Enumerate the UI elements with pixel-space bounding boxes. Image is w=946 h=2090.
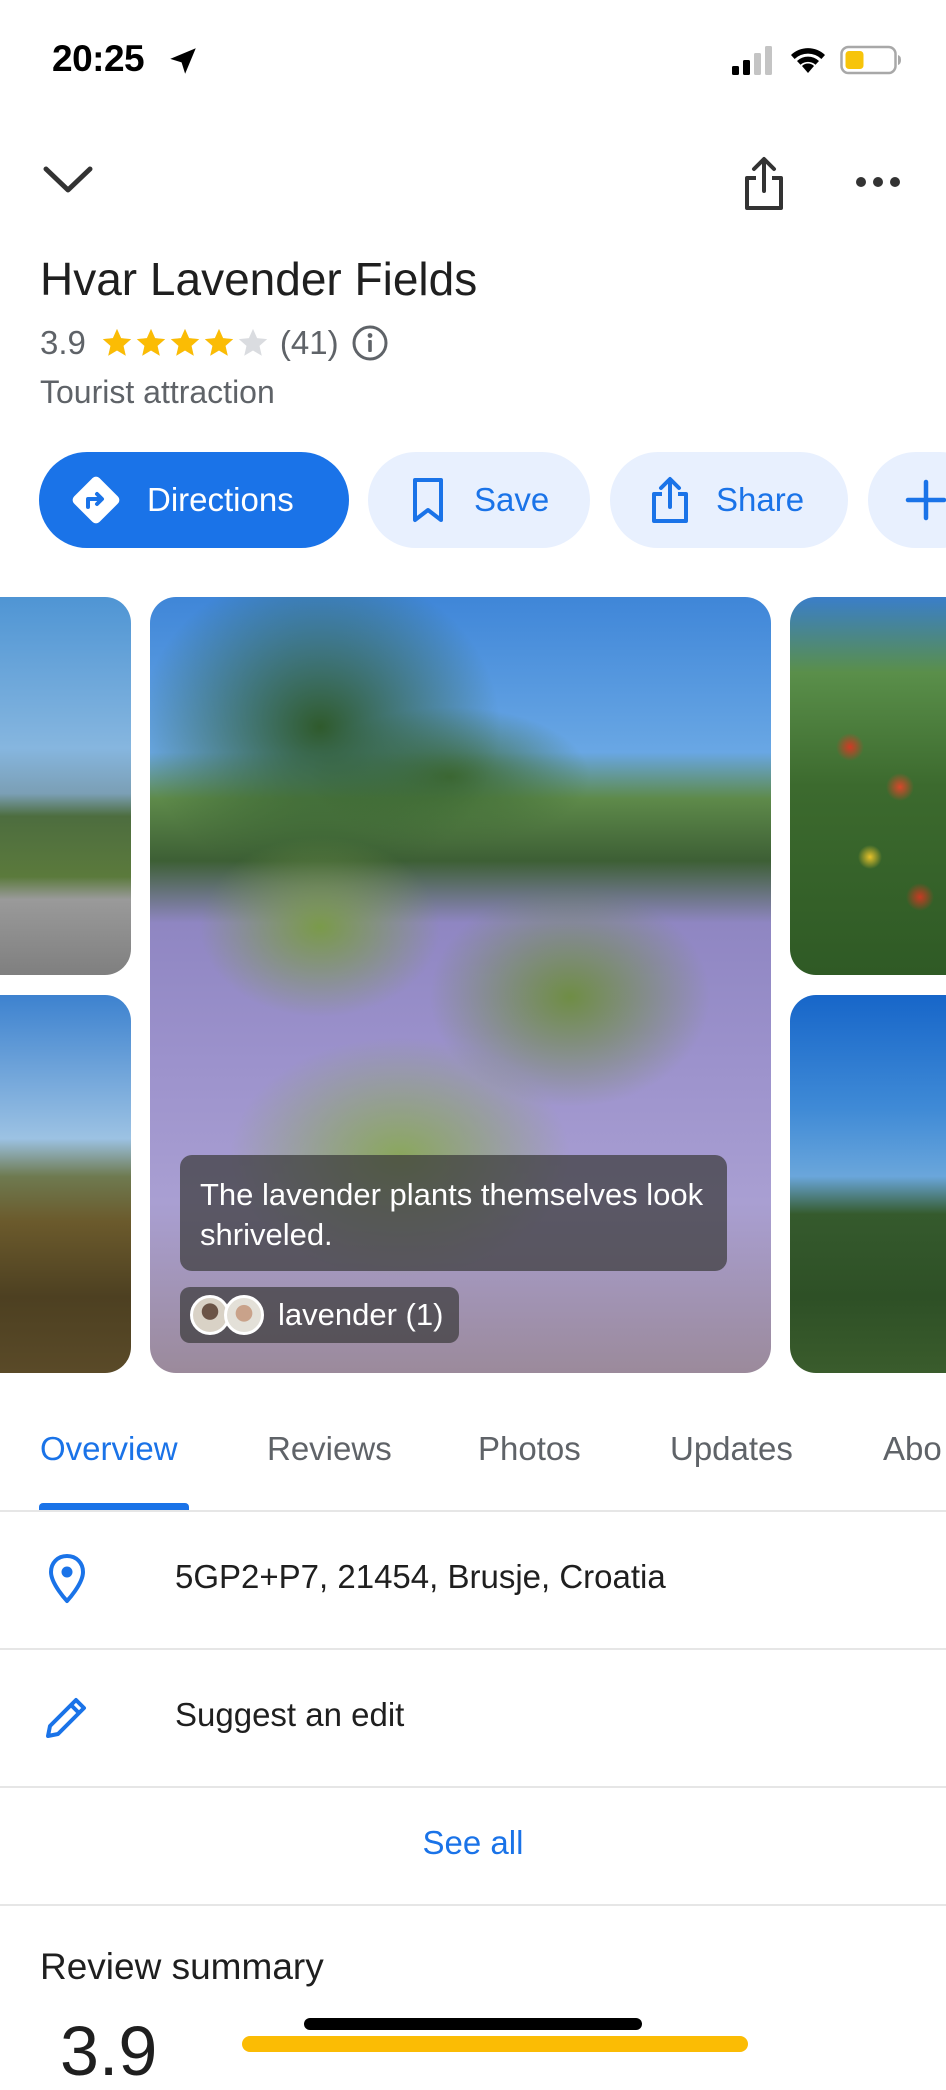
photo-topic-label: lavender (1): [278, 1297, 444, 1332]
avatar: [224, 1295, 264, 1335]
tab-updates[interactable]: Updates: [670, 1430, 793, 1468]
star-rating: [100, 326, 270, 360]
status-bar: 20:25: [0, 0, 946, 120]
rating-value: 3.9: [40, 324, 86, 361]
star-icon: [204, 328, 234, 356]
address-row[interactable]: 5GP2+P7, 21454, Brusje, Croatia: [0, 1512, 946, 1650]
active-tab-indicator: [39, 1503, 189, 1510]
tab-about[interactable]: Abo: [883, 1430, 942, 1468]
photo-topic-chip[interactable]: lavender (1): [180, 1287, 460, 1343]
save-label: Save: [474, 481, 550, 518]
location-arrow-icon: [170, 48, 196, 74]
place-title: Hvar Lavender Fields: [40, 253, 478, 305]
home-indicator: [304, 2018, 642, 2030]
photo-thumbnail[interactable]: [790, 597, 946, 975]
review-summary-rating: 3.9: [60, 2012, 158, 2090]
photo-review-caption: The lavender plants themselves look shri…: [180, 1155, 727, 1271]
bookmark-icon: [413, 478, 443, 522]
see-all-link[interactable]: See all: [0, 1824, 946, 1862]
see-all-row: See all: [0, 1788, 946, 1906]
place-tabs: Overview Reviews Photos Updates Abo: [0, 1410, 946, 1512]
collapse-button[interactable]: [30, 150, 106, 210]
suggest-edit-text: Suggest an edit: [175, 1696, 405, 1733]
share-icon: [652, 477, 688, 523]
rating-row[interactable]: 3.9 (41): [40, 320, 389, 366]
info-icon[interactable]: [351, 324, 389, 362]
add-more-button[interactable]: [868, 452, 946, 548]
tab-reviews[interactable]: Reviews: [267, 1430, 392, 1468]
suggest-edit-row[interactable]: Suggest an edit: [0, 1650, 946, 1788]
review-count: (41): [279, 324, 339, 361]
photo-thumbnail[interactable]: [790, 995, 946, 1373]
place-category: Tourist attraction: [40, 374, 275, 410]
more-options-button[interactable]: [840, 150, 916, 214]
status-time: 20:25: [52, 38, 145, 79]
share-label: Share: [716, 481, 805, 518]
directions-icon: [72, 476, 120, 524]
address-text: 5GP2+P7, 21454, Brusje, Croatia: [175, 1558, 666, 1595]
photo-thumbnail[interactable]: [0, 995, 131, 1373]
star-icon: [136, 328, 166, 356]
plus-icon: [905, 479, 946, 521]
star-icon: [238, 328, 268, 356]
save-button[interactable]: Save: [368, 452, 590, 548]
star-icon: [102, 328, 132, 356]
directions-label: Directions: [147, 481, 294, 518]
chevron-down-icon: [43, 166, 93, 193]
tab-photos[interactable]: Photos: [478, 1430, 581, 1468]
share-button[interactable]: Share: [610, 452, 848, 548]
battery-icon: [840, 45, 901, 75]
directions-button[interactable]: Directions: [39, 452, 349, 548]
photo-thumbnail[interactable]: [0, 597, 131, 975]
rating-distribution-bar: [242, 2036, 748, 2052]
tab-overview[interactable]: Overview: [40, 1430, 178, 1468]
share-top-button[interactable]: [728, 146, 800, 222]
share-icon: [745, 157, 783, 210]
pencil-icon: [46, 1698, 86, 1738]
more-horizontal-icon: [856, 177, 900, 187]
wifi-icon: [791, 48, 825, 73]
cellular-signal-icon: [732, 46, 772, 75]
location-pin-icon: [49, 1554, 85, 1603]
star-icon: [170, 328, 200, 356]
review-summary-title: Review summary: [40, 1946, 324, 1987]
